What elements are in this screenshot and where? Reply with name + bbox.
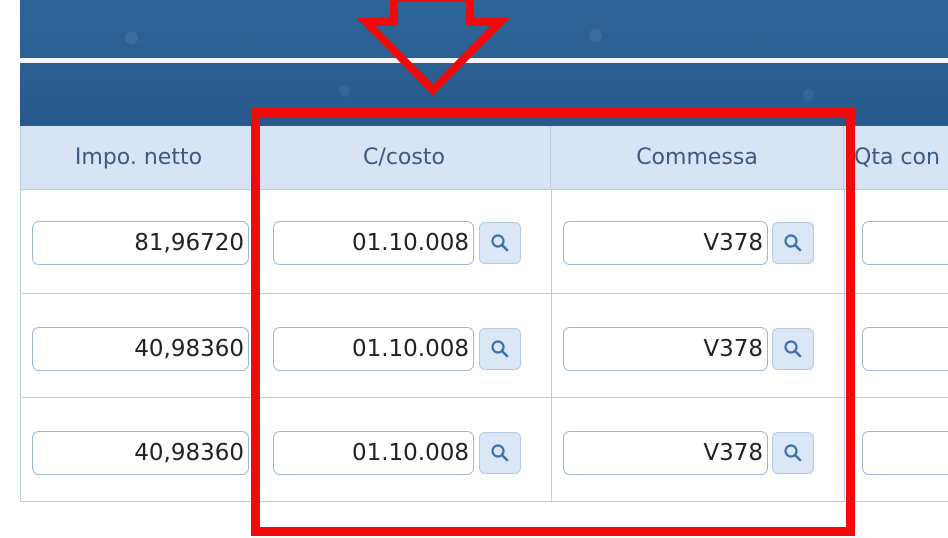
importo-netto-field[interactable]: 40,98360	[32, 431, 249, 475]
qta-field[interactable]	[862, 431, 948, 475]
column-header-qta[interactable]: Qta con	[844, 126, 948, 190]
importo-netto-field[interactable]: 81,96720	[32, 221, 249, 265]
table-left-border	[20, 126, 21, 502]
qta-field[interactable]	[862, 327, 948, 371]
column-header-impo-netto[interactable]: Impo. netto	[20, 126, 258, 190]
annotation-arrow-icon	[356, 0, 510, 96]
highlight-rectangle	[251, 108, 855, 536]
importo-netto-field[interactable]: 40,98360	[32, 327, 249, 371]
qta-field[interactable]	[862, 221, 948, 265]
